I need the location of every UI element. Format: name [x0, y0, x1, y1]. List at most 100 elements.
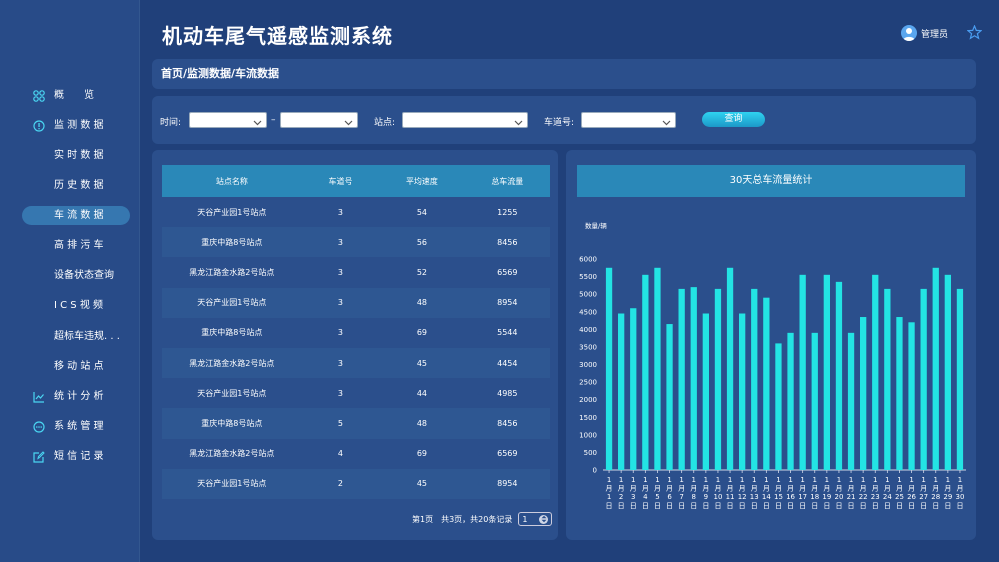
sidebar-item-system[interactable]: 系 统 管 理 [22, 417, 130, 436]
sidebar-item-label: 短 信 记 录 [54, 451, 104, 462]
sidebar-item-traffic-data[interactable]: 车 流 数 据 [22, 206, 130, 225]
bar [714, 288, 722, 470]
table-row[interactable]: 天谷产业园1号站点 2 45 8954 [162, 468, 550, 499]
sidebar-item-violation[interactable]: 超标车违规. . . [22, 327, 130, 346]
y-tick-label: 2000 [579, 396, 597, 404]
table-cell: 1255 [464, 197, 550, 228]
x-tick-label: 1月2日 [618, 476, 625, 510]
x-tick-label: 1月3日 [630, 476, 637, 510]
sidebar-item-label: 监 测 数 据 [54, 120, 104, 131]
sidebar-item-ics-video[interactable]: I C S 视 频 [22, 296, 130, 315]
bar [690, 287, 697, 470]
avatar-icon [901, 25, 917, 41]
table-row[interactable]: 黑龙江路金水路2号站点 4 69 6569 [162, 438, 550, 469]
x-tick-label: 1 月 24 日 [883, 476, 892, 510]
bar [605, 267, 613, 470]
sms-icon [32, 450, 45, 463]
bar [956, 288, 964, 470]
bar [932, 267, 939, 470]
x-tick-label: 1 月 11 日 [726, 476, 735, 510]
spinner-icon[interactable] [539, 514, 549, 524]
x-tick-label: 1月8日 [690, 476, 697, 510]
table-cell: 8456 [464, 408, 550, 439]
column-header: 平均速度 [379, 165, 465, 197]
table-cell: 3 [301, 378, 380, 409]
x-tick-label: 1 月 20 日 [834, 476, 843, 510]
table-row[interactable]: 重庆中路8号站点 5 48 8456 [162, 408, 550, 439]
x-tick-label: 1 月 21 日 [847, 476, 856, 510]
table-cell: 重庆中路8号站点 [162, 227, 302, 258]
table-cell: 天谷产业园1号站点 [162, 287, 302, 318]
table-cell: 天谷产业园1号站点 [162, 197, 302, 228]
x-tick-label: 1月1日 [606, 476, 613, 510]
table-cell: 8954 [464, 468, 550, 499]
end-time-select[interactable] [280, 112, 358, 128]
y-tick-label: 500 [584, 449, 597, 457]
table-row[interactable]: 天谷产业园1号站点 3 44 4985 [162, 378, 550, 409]
x-tick-label: 1 月 13 日 [750, 476, 759, 510]
query-button[interactable]: 查询 [702, 112, 765, 127]
station-select[interactable] [402, 112, 528, 128]
table-cell: 48 [379, 287, 465, 318]
traffic-table-panel: 站点名称 车道号 平均速度 总车流量 天谷产业园1号站点 3 54 1255 重庆中路8… [152, 150, 558, 540]
breadcrumb: 首页/监测数据/车流数据 [152, 59, 976, 89]
column-header: 车道号 [301, 165, 380, 197]
start-time-select[interactable] [189, 112, 267, 128]
sidebar-item-sms[interactable]: 短 信 记 录 [22, 447, 130, 466]
overview-icon [32, 89, 45, 102]
user-menu[interactable]: 管理员 [901, 25, 948, 41]
sidebar-item-statistics[interactable]: 统 计 分 析 [22, 387, 130, 406]
lane-select[interactable] [581, 112, 676, 128]
bar [618, 313, 625, 470]
table-row[interactable]: 天谷产业园1号站点 3 48 8954 [162, 287, 550, 318]
x-tick-label: 1 月 15 日 [774, 476, 783, 510]
bar [775, 343, 782, 470]
x-tick-label: 1 月 30 日 [955, 476, 964, 510]
x-tick-label: 1 月 18 日 [810, 476, 819, 510]
bar [847, 332, 855, 470]
y-tick-label: 3500 [579, 343, 597, 351]
sidebar-item-realtime-data[interactable]: 实 时 数 据 [22, 146, 130, 165]
bar [654, 267, 661, 470]
star-icon[interactable] [966, 24, 983, 44]
sidebar-item-mobile-station[interactable]: 移 动 站 点 [22, 357, 130, 376]
sidebar-item-label: 统 计 分 析 [54, 391, 104, 402]
x-tick-label: 1 月 26 日 [907, 476, 916, 510]
sidebar-item-overview[interactable]: 概 览 [22, 86, 130, 105]
stats-icon [32, 390, 45, 403]
sidebar: 概 览 监 测 数 据 实 时 数 据 历 史 数 据 车 流 数 据 高 排 … [0, 0, 140, 562]
x-tick-label: 1 月 28 日 [931, 476, 940, 510]
range-dash: – [271, 115, 276, 125]
table-row[interactable]: 黑龙江路金水路2号站点 3 45 4454 [162, 347, 550, 379]
sidebar-item-label: 设备状态查询 [54, 270, 114, 281]
table-row[interactable]: 重庆中路8号站点 3 56 8456 [162, 227, 550, 258]
pagination-summary: 第1页 共3页，共20条记录 [412, 514, 513, 524]
bar [835, 281, 843, 470]
table-row[interactable]: 重庆中路8号站点 3 69 5544 [162, 317, 550, 348]
x-tick-label: 1月6日 [666, 476, 673, 510]
bar [908, 322, 915, 470]
sidebar-item-high-emission[interactable]: 高 排 污 车 [22, 236, 130, 255]
sidebar-item-device-status[interactable]: 设备状态查询 [22, 266, 130, 285]
traffic-chart-panel: 30天总车流量统计 数量/辆 0 500 1000 1500 2000 2500 3000 35… [566, 150, 976, 540]
sidebar-item-monitor-data[interactable]: 监 测 数 据 [22, 116, 130, 135]
y-tick-label: 5000 [579, 291, 597, 299]
sidebar-item-label: 车 流 数 据 [54, 210, 104, 221]
sidebar-item-label: 系 统 管 理 [54, 421, 104, 432]
bar [944, 274, 951, 470]
lane-label: 车道号: [544, 118, 575, 128]
table-row[interactable]: 天谷产业园1号站点 3 54 1255 [162, 197, 550, 228]
table-cell: 6569 [464, 438, 550, 469]
table-cell: 8954 [464, 287, 550, 318]
sidebar-item-history-data[interactable]: 历 史 数 据 [22, 176, 130, 195]
x-tick-label: 1月7日 [678, 476, 685, 510]
table-header-row: 站点名称 车道号 平均速度 总车流量 [162, 165, 550, 197]
y-tick-label: 3000 [579, 361, 597, 369]
table-cell: 4985 [464, 378, 550, 409]
page-stepper[interactable]: 1 [518, 512, 553, 526]
bar [702, 313, 709, 470]
table-cell: 69 [379, 317, 465, 348]
bar [811, 332, 818, 470]
table-cell: 6569 [464, 257, 550, 288]
table-row[interactable]: 黑龙江路金水路2号站点 3 52 6569 [162, 257, 550, 288]
